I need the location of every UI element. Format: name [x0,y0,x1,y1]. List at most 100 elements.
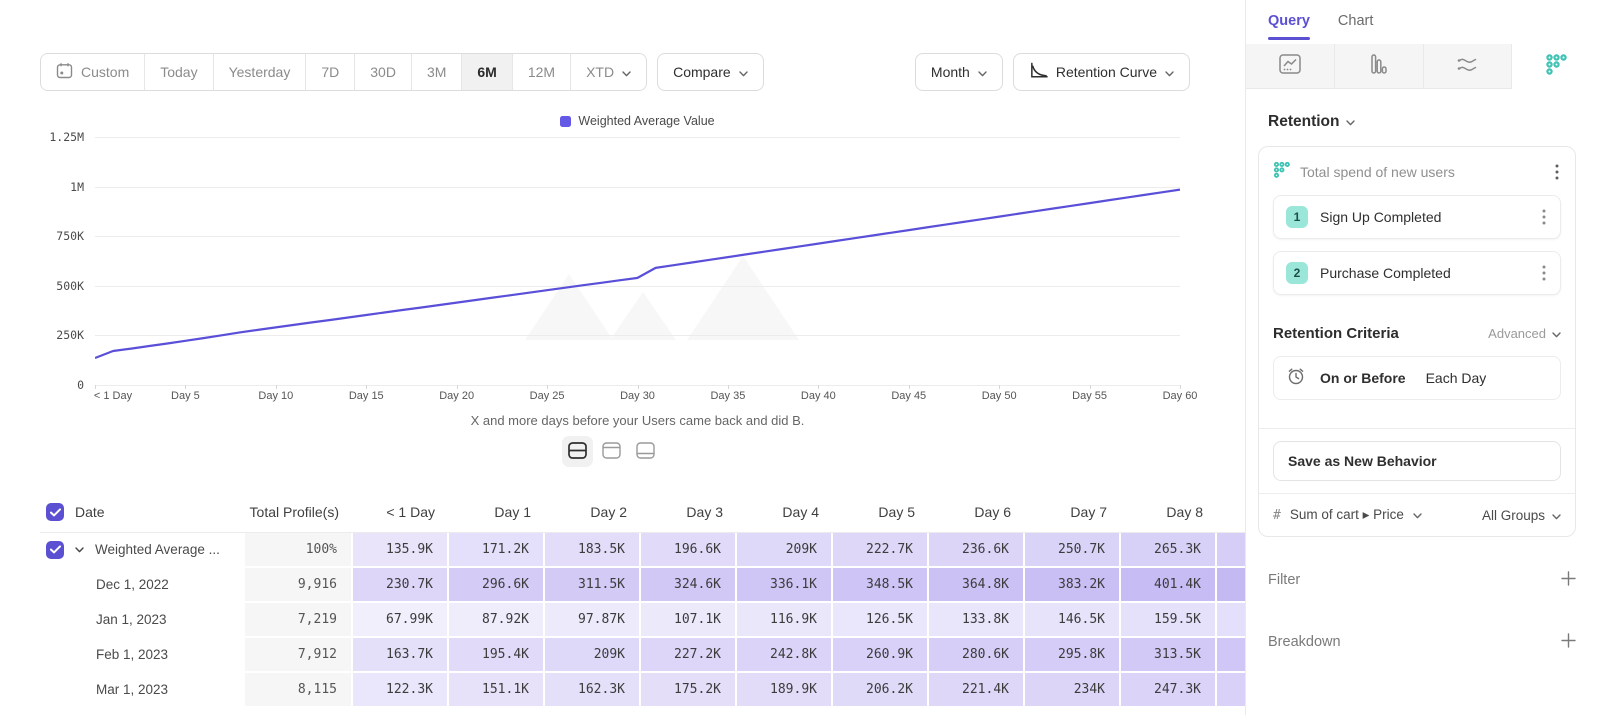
range-3m[interactable]: 3M [411,54,461,90]
retention-value-cell[interactable]: 209K [737,533,833,568]
retention-value-cell[interactable]: 324.6K [641,568,737,603]
retention-value-cell[interactable]: 67.99K [353,603,449,638]
layout-toggle-panel-bottom[interactable] [630,436,661,467]
retention-value-cell[interactable]: 296.6K [449,568,545,603]
retention-value-cell[interactable]: 133.8K [929,603,1025,638]
retention-value-cell[interactable]: 196.6K [641,533,737,568]
range-label: Custom [81,64,129,80]
retention-value-cell[interactable]: 126.5K [833,603,929,638]
range-custom[interactable]: Custom [41,54,144,90]
retention-value-cell[interactable]: 242.8K [737,638,833,673]
table-row[interactable]: Mar 1, 20238,115122.3K151.1K162.3K175.2K… [40,673,1245,708]
select-all-checkbox[interactable] [46,503,64,521]
row-checkbox[interactable] [46,541,64,559]
tab-funnel-bar-chart[interactable] [1335,44,1424,89]
range-today[interactable]: Today [144,54,212,90]
retention-value-cell[interactable]: 183.5K [545,533,641,568]
range-yesterday[interactable]: Yesterday [213,54,306,90]
retention-value-cell[interactable]: 151.1K [449,673,545,708]
range-12m[interactable]: 12M [512,54,570,90]
retention-value-cell[interactable]: 163.7K [353,638,449,673]
range-6m[interactable]: 6M [461,54,511,90]
retention-value-cell[interactable]: 135.9K [353,533,449,568]
retention-value-cell[interactable]: 260.9K [833,638,929,673]
retention-section-heading[interactable]: Retention [1268,113,1600,131]
range-7d[interactable]: 7D [305,54,354,90]
x-axis-tick-mark [366,385,367,389]
retention-value-cell[interactable]: 122.3K [353,673,449,708]
range-label: 12M [528,64,555,80]
range-30d[interactable]: 30D [354,54,411,90]
range-xtd[interactable]: XTD [570,54,646,90]
add-breakdown-button[interactable] [1561,633,1576,651]
tab-chart[interactable]: Chart [1338,13,1373,44]
retention-window-selector[interactable]: On or Before Each Day [1273,356,1561,400]
retention-value-cell[interactable]: 236.6K [929,533,1025,568]
kebab-menu-icon[interactable] [1540,207,1548,227]
row-label: Jan 1, 2023 [96,612,167,627]
retention-value-cell[interactable]: 195.4K [449,638,545,673]
kebab-menu-icon[interactable] [1540,263,1548,283]
retention-value-cell[interactable]: 234K [1025,673,1121,708]
layout-toggle-split-horizontal[interactable] [562,436,593,467]
retention-value-cell[interactable]: 146.5K [1025,603,1121,638]
criteria-mode-dropdown[interactable]: Advanced [1488,326,1561,341]
retention-value-cell[interactable]: 313.5K [1121,638,1217,673]
retention-value-cell[interactable]: 295.8K [1025,638,1121,673]
plot-area[interactable]: 0250K500K750K1M1.25M [95,137,1180,385]
table-row[interactable]: Weighted Average ...100%135.9K171.2K183.… [40,533,1245,568]
retention-value-cell[interactable]: 159.5K [1121,603,1217,638]
retention-value-cell[interactable]: 206.2K [833,673,929,708]
event-row-purchase-completed[interactable]: 2 Purchase Completed [1273,251,1561,295]
retention-value-cell[interactable]: 116.9K [737,603,833,638]
x-axis: < 1 DayDay 5Day 10Day 15Day 20Day 25Day … [95,385,1180,405]
retention-value-cell[interactable]: 265.3K [1121,533,1217,568]
retention-value-cell[interactable]: 175.2K [641,673,737,708]
retention-value-cell[interactable]: 97.87K [545,603,641,638]
save-as-new-behavior-button[interactable]: Save as New Behavior [1273,441,1561,481]
retention-value-cell[interactable]: 87.92K [449,603,545,638]
retention-value-cell[interactable]: 222.7K [833,533,929,568]
retention-value-cell[interactable]: 227.2K [641,638,737,673]
x-axis-tick-label: Day 25 [530,390,565,402]
groups-dropdown[interactable]: All Groups [1482,508,1561,523]
table-row[interactable]: Feb 1, 20237,912163.7K195.4K209K227.2K24… [40,638,1245,673]
retention-value-cell[interactable]: 336.1K [737,568,833,603]
retention-value-cell[interactable]: 383.2K [1025,568,1121,603]
add-filter-button[interactable] [1561,571,1576,589]
row-label: Feb 1, 2023 [96,647,168,662]
table-row[interactable]: Dec 1, 20229,916230.7K296.6K311.5K324.6K… [40,568,1245,603]
range-label: 3M [427,64,446,80]
event-row-sign-up-completed[interactable]: 1 Sign Up Completed [1273,195,1561,239]
retention-value-cell[interactable]: 171.2K [449,533,545,568]
table-row[interactable]: Jan 1, 20237,21967.99K87.92K97.87K107.1K… [40,603,1245,638]
retention-value-cell[interactable]: 221.4K [929,673,1025,708]
retention-value-cell[interactable]: 247.3K [1121,673,1217,708]
retention-value-cell[interactable]: 364.8K [929,568,1025,603]
retention-value-cell[interactable]: 209K [545,638,641,673]
tab-insights-line-chart[interactable] [1246,44,1335,89]
retention-value-cell[interactable]: 230.7K [353,568,449,603]
retention-value-cell[interactable]: 189.9K [737,673,833,708]
retention-value-cell[interactable]: 311.5K [545,568,641,603]
expand-chevron-icon[interactable] [75,547,84,553]
retention-value-cell[interactable]: 107.1K [641,603,737,638]
granularity-button[interactable]: Month [915,53,1003,91]
layout-toggle-panel-top[interactable] [596,436,627,467]
tab-retention-chart[interactable] [1512,44,1600,89]
kebab-menu-icon[interactable] [1553,162,1561,182]
retention-value-cell[interactable]: 250.7K [1025,533,1121,568]
behavior-header[interactable]: Total spend of new users [1273,161,1561,183]
x-axis-tick-mark [1090,385,1091,389]
retention-value-cell[interactable]: 401.4K [1121,568,1217,603]
retention-value-cell[interactable]: 348.5K [833,568,929,603]
retention-value-cell[interactable]: 280.6K [929,638,1025,673]
alarm-clock-icon [1286,366,1306,391]
chart-type-button[interactable]: Retention Curve [1013,53,1190,91]
tab-query[interactable]: Query [1268,13,1310,44]
retention-value-cell[interactable]: 162.3K [545,673,641,708]
compare-button[interactable]: Compare [657,53,764,91]
tab-flows-chart[interactable] [1424,44,1513,89]
measure-property-dropdown[interactable]: # Sum of cart ▸ Price [1273,506,1482,524]
range-label: 30D [370,64,396,80]
